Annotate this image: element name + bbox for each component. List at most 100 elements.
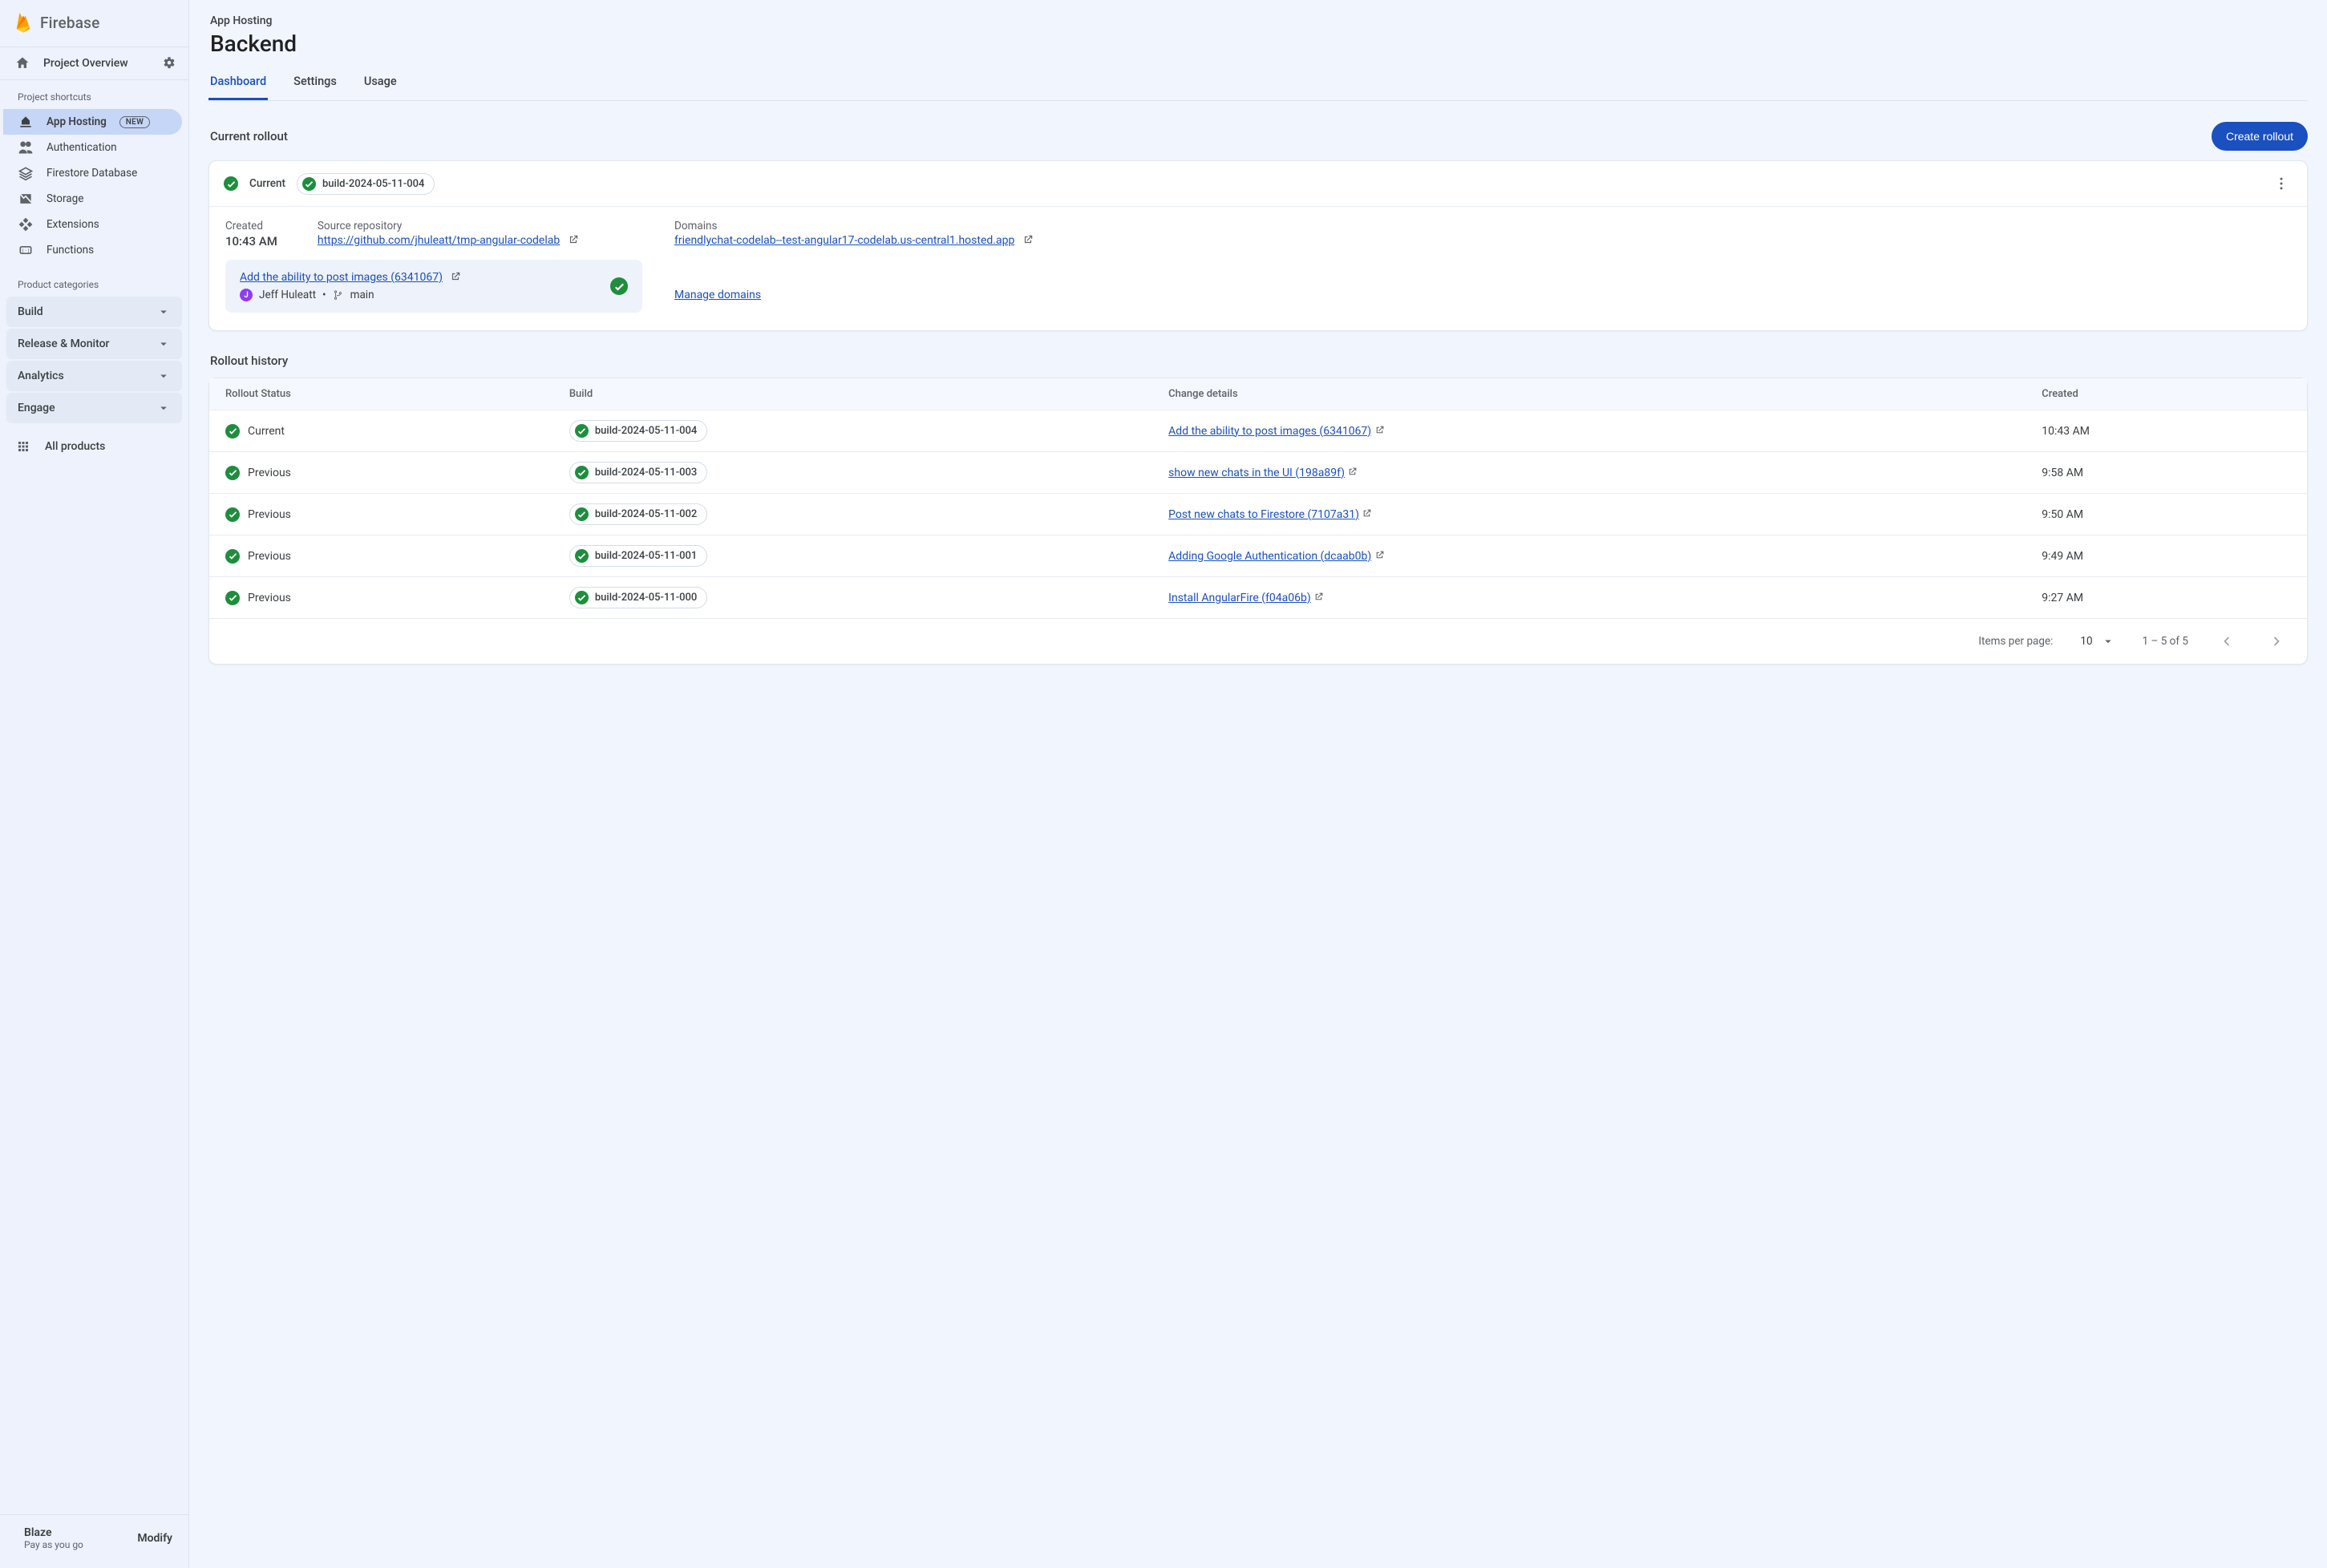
status-success-icon (575, 591, 589, 604)
row-created: 9:58 AM (2026, 452, 2307, 494)
sidebar: Firebase Project Overview Project shortc… (0, 0, 189, 1568)
all-products-label: All products (45, 440, 105, 453)
shortcut-icon (18, 216, 34, 232)
rollout-history-table: Rollout Status Build Change details Crea… (209, 378, 2307, 618)
build-chip-label: build-2024-05-11-001 (595, 550, 697, 562)
page-range: 1 – 5 of 5 (2143, 635, 2188, 648)
dropdown-icon (2101, 634, 2115, 649)
svg-text:(·): (·) (22, 249, 30, 254)
external-link-icon (1374, 550, 1385, 563)
tab-dashboard[interactable]: Dashboard (208, 67, 268, 100)
sidebar-item-label: Firestore Database (47, 167, 137, 180)
category-label: Engage (18, 402, 55, 414)
sidebar-item-storage[interactable]: Storage (3, 186, 185, 212)
row-created: 9:27 AM (2026, 577, 2307, 619)
external-link-icon (1313, 592, 1324, 604)
overflow-menu-icon[interactable] (2270, 172, 2293, 195)
created-value: 10:43 AM (225, 234, 277, 249)
build-chip[interactable]: build-2024-05-11-001 (569, 545, 707, 567)
build-chip[interactable]: build-2024-05-11-004 (297, 173, 435, 195)
created-label: Created (225, 220, 277, 232)
category-label: Build (18, 305, 43, 318)
create-rollout-button[interactable]: Create rollout (2212, 122, 2308, 151)
sidebar-item-authentication[interactable]: Authentication (3, 135, 185, 160)
table-row: Previousbuild-2024-05-11-003show new cha… (209, 452, 2307, 494)
row-status: Previous (248, 550, 291, 563)
domains-label: Domains (674, 220, 2291, 232)
breadcrumb[interactable]: App Hosting (210, 14, 2308, 27)
build-chip[interactable]: build-2024-05-11-000 (569, 587, 707, 608)
plan-modify-button[interactable]: Modify (137, 1532, 172, 1545)
change-link[interactable]: show new chats in the UI (198a89f) (1168, 467, 1345, 479)
shortcut-icon (18, 139, 34, 156)
category-release-monitor[interactable]: Release & Monitor (6, 329, 182, 359)
project-overview-label: Project Overview (43, 57, 128, 70)
manage-domains-link[interactable]: Manage domains (674, 289, 761, 301)
tab-settings[interactable]: Settings (292, 67, 338, 100)
page-prev-button[interactable] (2216, 630, 2238, 653)
repo-link[interactable]: https://github.com/jhuleatt/tmp-angular-… (318, 234, 560, 247)
change-link[interactable]: Post new chats to Firestore (7107a31) (1168, 508, 1359, 521)
shortcut-icon (18, 165, 34, 181)
col-created: Created (2026, 378, 2307, 410)
page-next-button[interactable] (2265, 630, 2288, 653)
build-chip-label: build-2024-05-11-004 (322, 178, 424, 190)
category-build[interactable]: Build (6, 297, 182, 327)
status-success-icon (225, 466, 240, 480)
chevron-down-icon (156, 305, 171, 319)
brand[interactable]: Firebase (0, 0, 188, 47)
settings-gear-icon[interactable] (161, 55, 177, 71)
sidebar-item-functions[interactable]: (·)Functions (3, 237, 185, 263)
sidebar-item-app-hosting[interactable]: App HostingNEW (3, 109, 182, 135)
table-row: Previous build-2024-05-11-000 Install Angu… (209, 577, 2307, 619)
build-chip[interactable]: build-2024-05-11-004 (569, 420, 707, 442)
build-chip[interactable]: build-2024-05-11-002 (569, 503, 707, 525)
status-success-icon (575, 507, 589, 521)
sidebar-item-firestore-database[interactable]: Firestore Database (3, 160, 185, 186)
status-success-icon (575, 466, 589, 479)
apps-grid-icon (16, 439, 30, 454)
status-success-icon (575, 424, 589, 438)
commit-link[interactable]: Add the ability to post images (6341067) (240, 271, 443, 284)
commit-author: Jeff Huleatt (259, 289, 316, 301)
shortcut-icon (18, 114, 34, 130)
status-success-icon (225, 507, 240, 522)
items-per-page-label: Items per page: (1978, 635, 2053, 648)
row-status: Previous (248, 592, 291, 604)
rollout-history-card: Rollout Status Build Change details Crea… (208, 378, 2308, 665)
category-analytics[interactable]: Analytics (6, 361, 182, 391)
external-link-icon (1022, 236, 1034, 249)
page-size-value: 10 (2080, 635, 2092, 648)
change-link[interactable]: Install AngularFire (f04a06b) (1168, 592, 1311, 604)
sidebar-item-label: Storage (47, 192, 83, 205)
shortcut-icon: (·) (18, 242, 34, 258)
table-row: Previous build-2024-05-11-002 Post new cha… (209, 494, 2307, 535)
current-rollout-title: Current rollout (210, 129, 288, 143)
branch-icon (333, 289, 344, 301)
category-engage[interactable]: Engage (6, 393, 182, 423)
project-overview-link[interactable]: Project Overview (14, 55, 128, 71)
status-success-icon (224, 176, 238, 191)
row-status: Previous (248, 508, 291, 521)
page-size-select[interactable]: 10 (2080, 634, 2115, 649)
change-link[interactable]: Add the ability to post images (6341067) (1168, 425, 1371, 438)
firebase-logo-icon (14, 11, 32, 34)
category-label: Release & Monitor (18, 337, 110, 350)
change-link[interactable]: Adding Google Authentication (dcaab0b) (1168, 550, 1371, 563)
external-link-icon (1374, 425, 1385, 438)
build-chip[interactable]: build-2024-05-11-003 (569, 462, 707, 483)
tab-usage[interactable]: Usage (362, 67, 399, 100)
build-chip-label: build-2024-05-11-000 (595, 592, 697, 604)
status-success-icon (225, 424, 240, 438)
external-link-icon (568, 236, 579, 249)
main-content: App Hosting Backend DashboardSettingsUsa… (189, 0, 2327, 1568)
sidebar-item-extensions[interactable]: Extensions (3, 212, 185, 237)
row-created: 9:49 AM (2026, 535, 2307, 577)
status-success-icon (302, 177, 316, 191)
external-link-icon (1362, 508, 1372, 521)
current-rollout-card: Current build-2024-05-11-004 Created 10:… (208, 160, 2308, 331)
category-label: Analytics (18, 370, 64, 382)
author-avatar: J (240, 289, 253, 301)
domain-link[interactable]: friendlychat-codelab--test-angular17-cod… (674, 234, 1014, 247)
all-products-link[interactable]: All products (0, 425, 188, 468)
